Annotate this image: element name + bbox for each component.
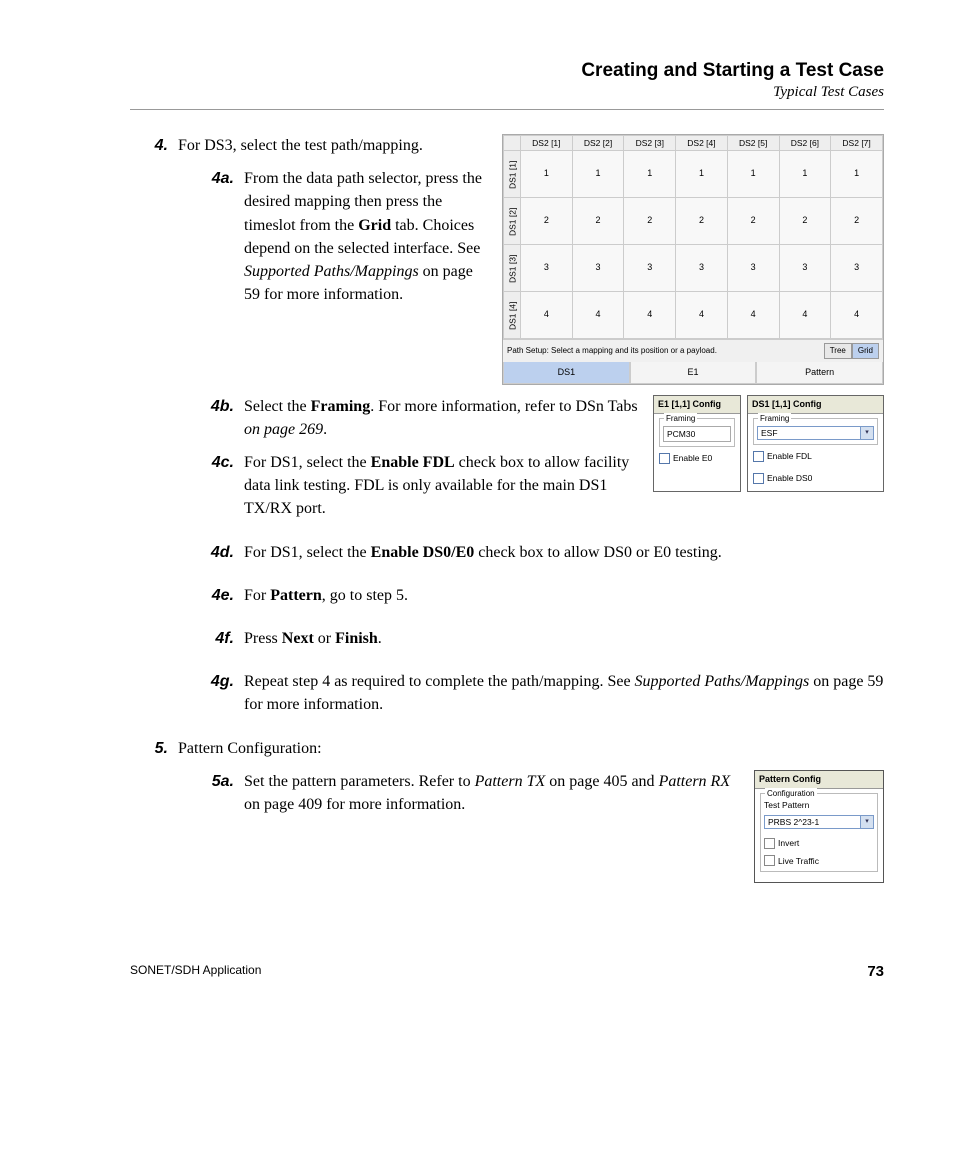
live-traffic-checkbox[interactable] <box>764 855 775 866</box>
pattern-config-title: Pattern Config <box>755 771 883 789</box>
ds1-config-panel: DS1 [1,1] Config Framing ESF ▾ Enable FD… <box>747 395 884 492</box>
e1-config-title: E1 [1,1] Config <box>654 396 740 414</box>
step-4f-number: 4f. <box>178 627 244 650</box>
tab-e1[interactable]: E1 <box>630 362 757 384</box>
step-4d-number: 4d. <box>178 541 244 564</box>
footer-app: SONET/SDH Application <box>130 963 261 980</box>
step-5-number: 5. <box>130 737 178 760</box>
tab-ds1[interactable]: DS1 <box>503 362 630 384</box>
e1-framing-input[interactable]: PCM30 <box>663 426 731 442</box>
step-4d-text: For DS1, select the Enable DS0/E0 check … <box>244 541 884 564</box>
chevron-down-icon: ▾ <box>860 816 873 828</box>
step-5a-text: Set the pattern parameters. Refer to Pat… <box>244 770 742 816</box>
step-4e-text: For Pattern, go to step 5. <box>244 584 884 607</box>
tab-pattern[interactable]: Pattern <box>756 362 883 384</box>
ds1-framing-select[interactable]: ESF ▾ <box>757 426 874 440</box>
step-4c-number: 4c. <box>178 451 244 474</box>
step-5-text: Pattern Configuration: <box>178 737 884 760</box>
ds1-config-title: DS1 [1,1] Config <box>748 396 883 414</box>
step-5a-number: 5a. <box>178 770 244 793</box>
step-4f-text: Press Next or Finish. <box>244 627 884 650</box>
enable-ds0-checkbox[interactable] <box>753 473 764 484</box>
header-title: Creating and Starting a Test Case <box>130 60 884 82</box>
header-rule <box>130 109 884 110</box>
step-4c-text: For DS1, select the Enable FDL check box… <box>244 451 641 521</box>
grid-figure: DS2 [1]DS2 [2]DS2 [3]DS2 [4]DS2 [5]DS2 [… <box>502 134 884 385</box>
step-4a-text: From the data path selector, press the d… <box>244 167 482 306</box>
invert-checkbox[interactable] <box>764 838 775 849</box>
test-pattern-select[interactable]: PRBS 2^23-1 ▾ <box>764 815 874 829</box>
enable-fdl-checkbox[interactable] <box>753 451 764 462</box>
grid-status-text: Path Setup: Select a mapping and its pos… <box>507 345 717 357</box>
step-4-text: For DS3, select the test path/mapping. <box>178 134 482 157</box>
step-4a-number: 4a. <box>178 167 244 190</box>
step-4g-text: Repeat step 4 as required to complete th… <box>244 670 884 716</box>
page-number: 73 <box>867 963 884 980</box>
tree-button[interactable]: Tree <box>824 343 852 359</box>
header-subtitle: Typical Test Cases <box>130 84 884 101</box>
step-4b-text: Select the Framing. For more information… <box>244 395 641 441</box>
chevron-down-icon: ▾ <box>860 427 873 439</box>
e1-config-panel: E1 [1,1] Config Framing PCM30 Enable E0 <box>653 395 741 492</box>
enable-e0-checkbox[interactable] <box>659 453 670 464</box>
step-4b-number: 4b. <box>178 395 244 418</box>
step-4-number: 4. <box>130 134 178 157</box>
grid-button[interactable]: Grid <box>852 343 879 359</box>
step-4g-number: 4g. <box>178 670 244 693</box>
pattern-config-panel: Pattern Config Configuration Test Patter… <box>754 770 884 883</box>
step-4e-number: 4e. <box>178 584 244 607</box>
